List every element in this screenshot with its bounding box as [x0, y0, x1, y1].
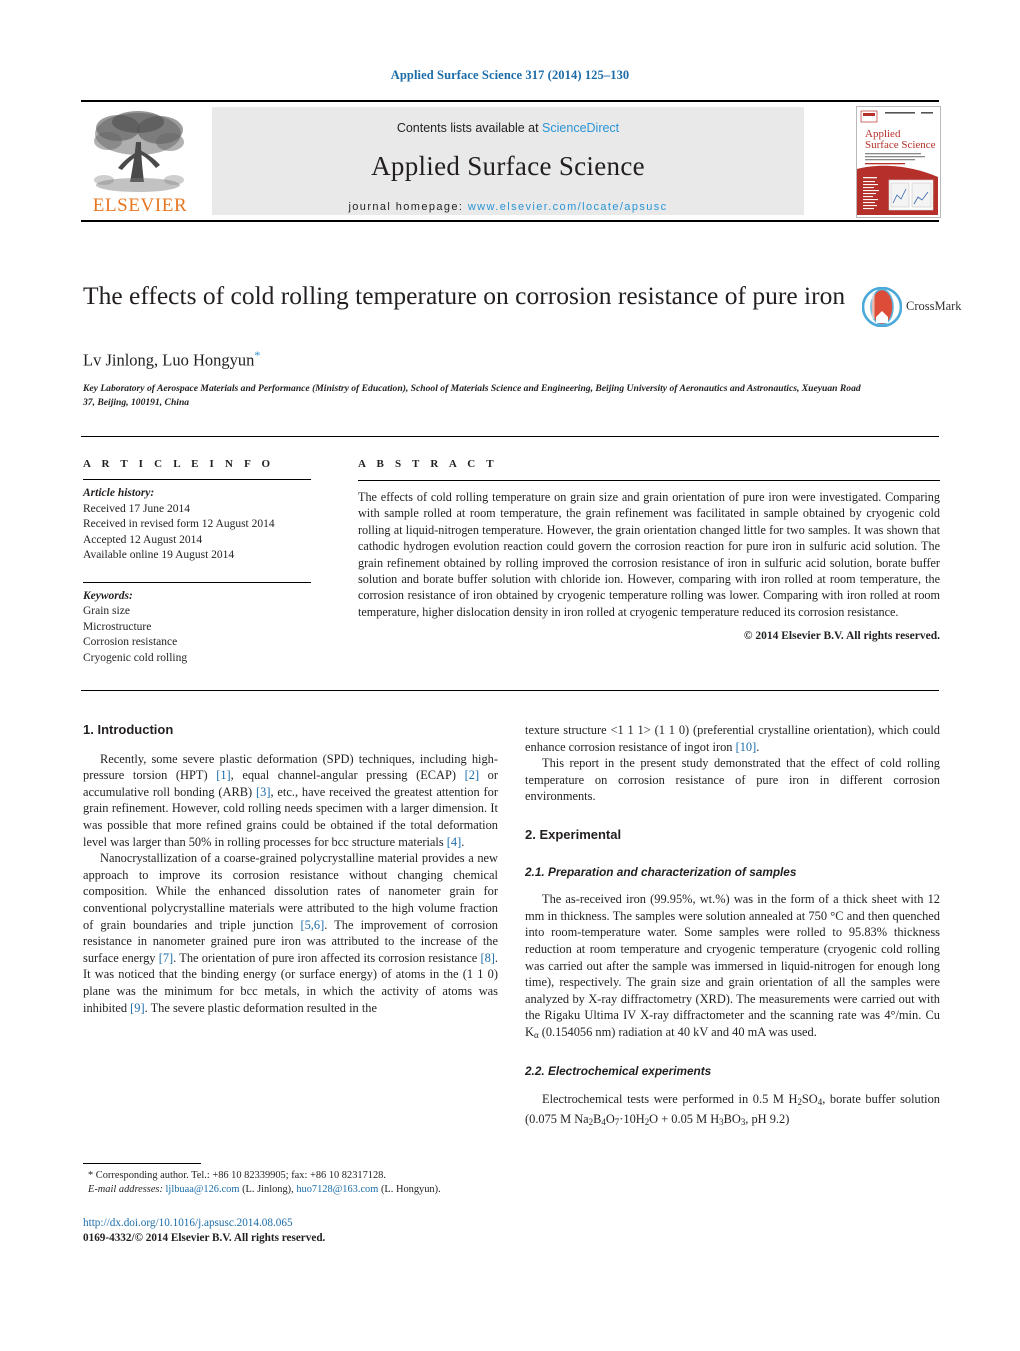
text-run: . The severe plastic deformation resulte…: [144, 1000, 377, 1015]
citation-ref[interactable]: [2]: [465, 768, 479, 782]
running-head: Applied Surface Science 317 (2014) 125–1…: [390, 68, 630, 82]
keywords-block: Keywords: Grain size Microstructure Corr…: [83, 589, 333, 667]
sciencedirect-link[interactable]: ScienceDirect: [542, 121, 619, 135]
affiliation: Key Laboratory of Aerospace Materials an…: [83, 383, 861, 408]
keywords-label: Keywords:: [83, 589, 133, 602]
email-owner-1: (L. Jinlong),: [239, 1184, 297, 1196]
text-run: . The orientation of pure iron affected …: [173, 950, 481, 965]
journal-title: Applied Surface Science: [371, 151, 645, 181]
journal-homepage-line: journal homepage: www.elsevier.com/locat…: [212, 201, 804, 213]
citation-ref[interactable]: [1]: [216, 768, 230, 782]
cover-art: Applied Surface Science: [857, 107, 938, 215]
journal-homepage-link[interactable]: www.elsevier.com/locate/apsusc: [468, 201, 668, 213]
elsevier-wordmark: ELSEVIER: [92, 195, 188, 216]
citation-ref[interactable]: [7]: [159, 951, 173, 965]
citation-ref[interactable]: [10]: [736, 740, 757, 754]
keyword-item: Corrosion resistance: [83, 636, 178, 648]
text-run: ·10H: [619, 1111, 645, 1126]
citation-ref[interactable]: [3]: [256, 785, 270, 799]
abstract-rule: [358, 480, 940, 481]
doi-link[interactable]: http://dx.doi.org/10.1016/j.apsusc.2014.…: [83, 1217, 293, 1229]
email-link-2[interactable]: huo7128@163.com: [296, 1184, 378, 1195]
citation-ref[interactable]: [5,6]: [300, 918, 324, 932]
text-run: .: [756, 739, 760, 754]
text-run: texture structure <1 1 1> (1 1 0) (prefe…: [525, 723, 940, 754]
citation-ref[interactable]: [9]: [130, 1001, 144, 1015]
footnote-block: * Corresponding author. Tel.: +86 10 823…: [83, 1169, 503, 1198]
article-history-label: Article history:: [83, 487, 155, 499]
paragraph-2-2: Electrochemical tests were performed in …: [525, 1091, 940, 1130]
corresponding-author-note: * Corresponding author. Tel.: +86 10 823…: [88, 1170, 386, 1181]
keywords-rule: [83, 581, 311, 583]
body-column-right: texture structure <1 1 1> (1 1 0) (prefe…: [525, 722, 940, 1130]
paragraph-intro-3: This report in the present study demonst…: [525, 756, 940, 804]
title-block: The effects of cold rolling temperature …: [83, 280, 853, 311]
paragraph-intro-2: Nanocrystallization of a coarse-grained …: [83, 850, 498, 1016]
keyword-item: Cryogenic cold rolling: [83, 651, 188, 664]
body-column-left: 1. Introduction Recently, some severe pl…: [83, 722, 498, 1016]
email-link-1[interactable]: ljlbuaa@126.com: [166, 1184, 240, 1195]
abstract-copyright: © 2014 Elsevier B.V. All rights reserved…: [743, 630, 940, 643]
doi-block: http://dx.doi.org/10.1016/j.apsusc.2014.…: [83, 1216, 523, 1246]
corresponding-author-marker: *: [254, 348, 261, 362]
section-heading-introduction: 1. Introduction: [83, 722, 174, 737]
email-addresses-note: E-mail addresses: ljlbuaa@126.com (L. Ji…: [83, 1183, 503, 1197]
text-run: , equal channel-angular pressing (ECAP): [230, 768, 465, 783]
text-run: , pH 9.2): [745, 1111, 790, 1126]
abstract-column: A B S T R A C T The effects of cold roll…: [358, 458, 940, 642]
article-info-rule: [83, 479, 311, 480]
citation-ref[interactable]: [8]: [480, 951, 494, 965]
article-info-heading: A R T I C L E I N F O: [83, 458, 275, 470]
subsection-heading-2-2: 2.2. Electrochemical experiments: [525, 1064, 712, 1079]
article-history-item: Received 17 June 2014: [83, 502, 190, 515]
masthead-banner: Contents lists available at ScienceDirec…: [212, 107, 804, 215]
paragraph-intro-2-continued: texture structure <1 1 1> (1 1 0) (prefe…: [525, 722, 940, 755]
text-run: Electrochemical tests were performed in …: [542, 1092, 798, 1107]
section-heading-experimental: 2. Experimental: [525, 826, 622, 842]
journal-article-page: Applied Surface Science 317 (2014) 125–1…: [0, 0, 1020, 1351]
article-info-column: A R T I C L E I N F O Article history: R…: [83, 458, 333, 666]
elsevier-logo: ELSEVIER: [81, 106, 199, 220]
paragraph-intro-1: Recently, some severe plastic deformatio…: [83, 751, 498, 851]
subsection-heading-2-1: 2.1. Preparation and characterization of…: [525, 864, 797, 879]
elsevier-tree-icon: [94, 111, 184, 192]
page-title: The effects of cold rolling temperature …: [83, 281, 846, 310]
abstract-heading: A B S T R A C T: [358, 458, 498, 470]
text-run: (0.154056 nm) radiation at 40 kV and 40 …: [538, 1024, 817, 1039]
email-owner-2: (L. Hongyun).: [378, 1184, 441, 1196]
svg-text:Surface Science: Surface Science: [865, 139, 936, 151]
masthead-top-rule: [81, 100, 939, 102]
article-history-item: Received in revised form 12 August 2014: [83, 518, 275, 530]
keyword-item: Grain size: [83, 605, 130, 617]
author-list: Lv Jinlong, Luo Hongyun*: [83, 348, 260, 371]
journal-cover-thumbnail: Applied Surface Science: [856, 106, 941, 218]
paragraph-2-1: The as-received iron (99.95%, wt.%) was …: [525, 891, 940, 1043]
abstract-text: The effects of cold rolling temperature …: [358, 490, 940, 619]
text-run: O: [605, 1111, 615, 1126]
homepage-prefix: journal homepage:: [348, 201, 468, 213]
text-run: BO: [723, 1111, 741, 1126]
footnote-rule: [83, 1163, 201, 1164]
text-run: O + 0.05 M H: [649, 1111, 720, 1126]
text-run: SO: [801, 1092, 818, 1107]
info-top-rule: [81, 436, 939, 437]
crossmark-icon: [861, 286, 903, 328]
crossmark-label: CrossMark: [906, 299, 962, 313]
abstract-bottom-rule: [81, 690, 939, 691]
text-run: The as-received iron (99.95%, wt.%) was …: [525, 892, 940, 1039]
contents-prefix: Contents lists available at: [396, 121, 543, 135]
crossmark-badge[interactable]: CrossMark: [861, 286, 962, 328]
citation-ref[interactable]: [4]: [447, 835, 461, 849]
keyword-item: Microstructure: [83, 620, 152, 633]
article-history-item: Accepted 12 August 2014: [83, 533, 203, 546]
journal-masthead: ELSEVIER Contents lists available at Sci…: [81, 100, 941, 222]
text-run: .: [461, 834, 465, 849]
masthead-bottom-rule: [81, 220, 939, 222]
author-names: Lv Jinlong, Luo Hongyun: [83, 350, 255, 370]
email-label: E-mail addresses:: [88, 1184, 163, 1196]
issn-copyright-line: 0169-4332/© 2014 Elsevier B.V. All right…: [83, 1232, 326, 1244]
article-history-item: Available online 19 August 2014: [83, 549, 235, 561]
contents-available-line: Contents lists available at ScienceDirec…: [212, 107, 804, 135]
